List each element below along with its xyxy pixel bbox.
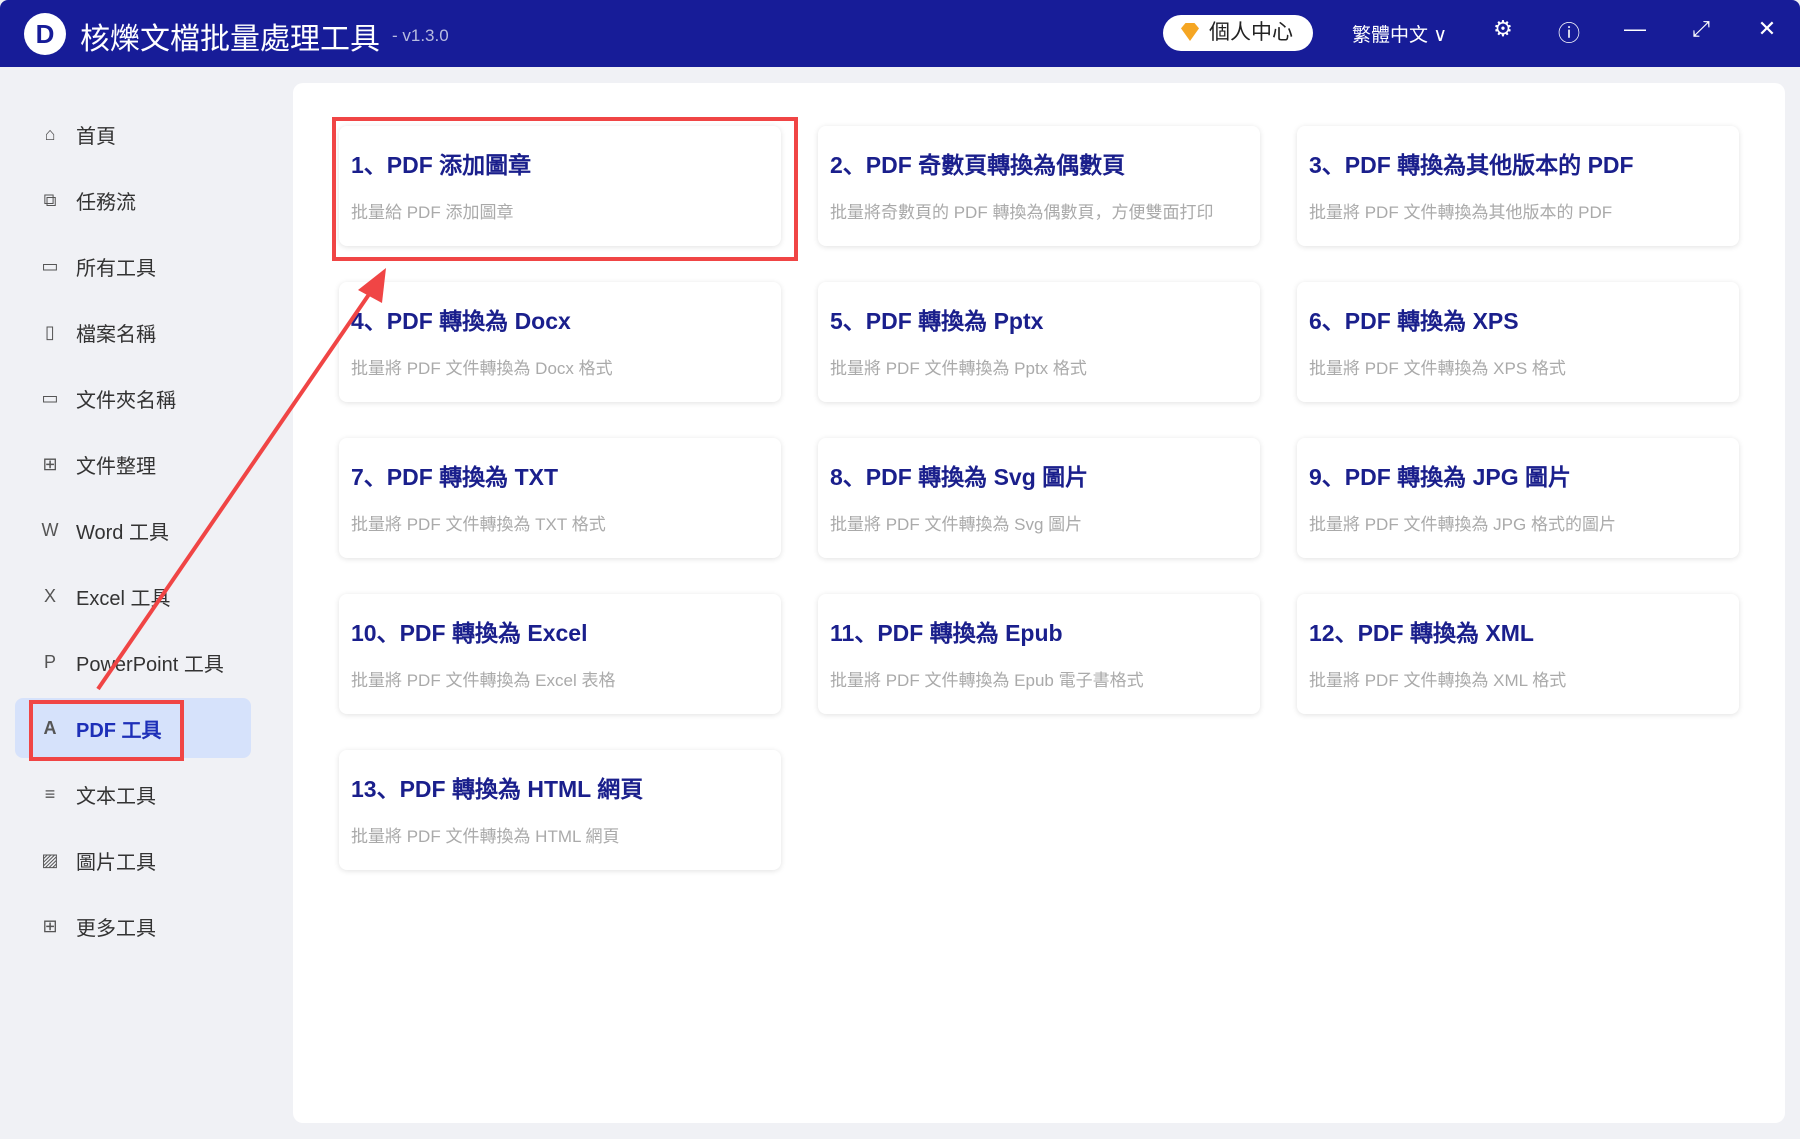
annotation-arrow — [96, 268, 386, 691]
